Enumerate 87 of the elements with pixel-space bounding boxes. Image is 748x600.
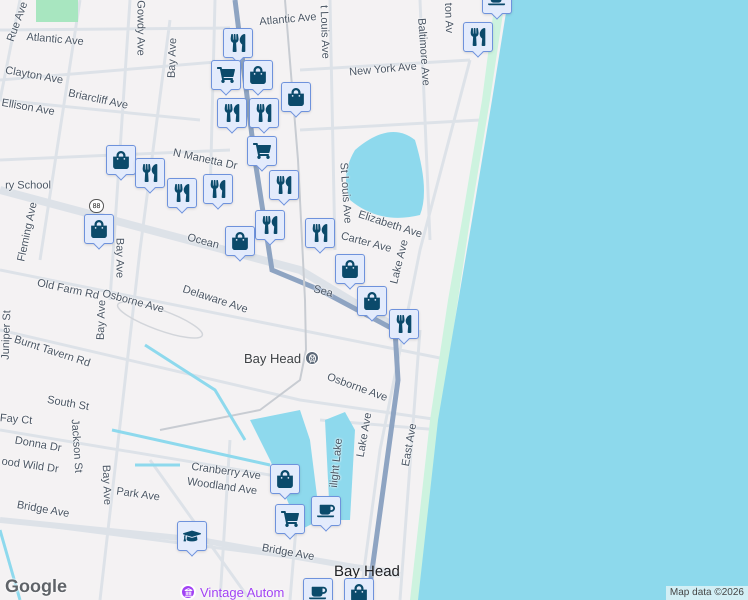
map-marker[interactable] bbox=[106, 145, 136, 181]
station-label: Bay Head bbox=[244, 352, 302, 364]
map-marker[interactable] bbox=[84, 214, 114, 250]
map-marker[interactable] bbox=[203, 174, 233, 210]
shopping-cart-icon bbox=[281, 510, 299, 528]
fork-knife-icon bbox=[255, 104, 273, 122]
fork-knife-icon bbox=[311, 224, 329, 242]
street-label: Bay Ave bbox=[100, 464, 112, 506]
street-label: ood Wild Dr bbox=[0, 456, 60, 476]
map-marker[interactable] bbox=[335, 254, 365, 290]
street-label: East Ave bbox=[400, 422, 420, 468]
fork-knife-icon bbox=[275, 176, 293, 194]
map-marker[interactable] bbox=[167, 178, 197, 214]
map-marker[interactable] bbox=[135, 158, 165, 194]
street-label: Carter Ave bbox=[340, 230, 392, 256]
fork-knife-icon bbox=[469, 28, 487, 46]
street-label: Gowdy Ave bbox=[134, 0, 146, 56]
map-marker[interactable] bbox=[177, 521, 207, 557]
map-marker[interactable] bbox=[311, 496, 341, 532]
map-marker[interactable] bbox=[281, 82, 311, 118]
street-label: Briarcliff Ave bbox=[67, 88, 129, 112]
street-label: Atlantic Ave bbox=[259, 12, 317, 28]
street-label: Sea bbox=[312, 284, 334, 300]
map-marker[interactable] bbox=[269, 170, 299, 206]
street-label: Atlantic Ave bbox=[26, 32, 84, 48]
town-label: Bay Head bbox=[334, 564, 400, 579]
fork-knife-icon bbox=[223, 104, 241, 122]
shopping-bag-icon bbox=[249, 66, 267, 84]
shopping-bag-icon bbox=[90, 220, 108, 238]
street-label: Old Farm Rd bbox=[36, 278, 100, 302]
street-label: Fleming Ave bbox=[16, 201, 40, 263]
map-marker[interactable] bbox=[255, 210, 285, 246]
street-label: Donna Dr bbox=[14, 436, 62, 454]
street-label: Ocean bbox=[186, 232, 220, 252]
shopping-bag-icon bbox=[350, 584, 368, 600]
map-marker[interactable] bbox=[225, 226, 255, 262]
map-marker[interactable] bbox=[357, 286, 387, 322]
shopping-bag-icon bbox=[231, 232, 249, 250]
street-label: Fay Ct bbox=[0, 413, 33, 427]
street-label: ton Av bbox=[442, 2, 454, 34]
shopping-bag-icon bbox=[287, 88, 305, 106]
fork-knife-icon bbox=[261, 216, 279, 234]
map-marker[interactable] bbox=[389, 309, 419, 345]
street-label: Bridge Ave bbox=[260, 542, 316, 564]
street-label: St Louis Ave bbox=[337, 162, 353, 224]
street-label: t Louis Ave bbox=[318, 5, 330, 59]
fork-knife-icon bbox=[229, 34, 247, 52]
street-label: Jackson St bbox=[68, 418, 84, 474]
street-label: Lake Ave bbox=[356, 412, 374, 458]
street-label: Baltimore Ave bbox=[415, 18, 431, 86]
place-label: Vintage Autom bbox=[200, 586, 284, 598]
map-marker[interactable] bbox=[247, 136, 277, 172]
street-label: Park Ave bbox=[116, 486, 160, 504]
street-label: Bridge Ave bbox=[16, 500, 70, 520]
fork-knife-icon bbox=[173, 184, 191, 202]
street-label: Bay Ave bbox=[114, 238, 124, 278]
street-label: Clayton Ave bbox=[4, 66, 64, 86]
map-marker[interactable] bbox=[270, 464, 300, 500]
shopping-bag-icon bbox=[363, 292, 381, 310]
shopping-bag-icon bbox=[341, 260, 359, 278]
street-label: South St bbox=[46, 394, 90, 414]
map-marker[interactable] bbox=[243, 60, 273, 96]
coffee-cup-icon bbox=[309, 584, 327, 600]
street-label: ry School bbox=[5, 180, 51, 192]
street-label: Bay Ave bbox=[96, 300, 108, 340]
shopping-bag-icon bbox=[276, 470, 294, 488]
map-marker[interactable] bbox=[217, 98, 247, 134]
street-label: ilight Lake bbox=[328, 438, 346, 488]
street-label: Burnt Tavern Rd bbox=[12, 334, 92, 370]
street-label: N Manetta Dr bbox=[172, 148, 238, 172]
shopping-cart-icon bbox=[217, 66, 235, 84]
map-marker[interactable] bbox=[463, 22, 493, 58]
coffee-cup-icon bbox=[317, 502, 335, 520]
fork-knife-icon bbox=[141, 164, 159, 182]
street-label: Ellison Ave bbox=[0, 98, 56, 118]
fork-knife-icon bbox=[209, 180, 227, 198]
map-marker[interactable] bbox=[211, 60, 241, 96]
map-marker[interactable] bbox=[305, 218, 335, 254]
shopping-cart-icon bbox=[253, 142, 271, 160]
map-attribution: Map data ©2026 bbox=[666, 586, 748, 600]
street-label: Juniper St bbox=[0, 310, 14, 360]
street-label: Bay Ave bbox=[166, 38, 180, 78]
map-marker[interactable] bbox=[275, 504, 305, 540]
fork-knife-icon bbox=[395, 315, 413, 333]
map-marker[interactable] bbox=[249, 98, 279, 134]
shopping-bag-icon bbox=[112, 151, 130, 169]
street-label: New York Ave bbox=[348, 62, 418, 78]
